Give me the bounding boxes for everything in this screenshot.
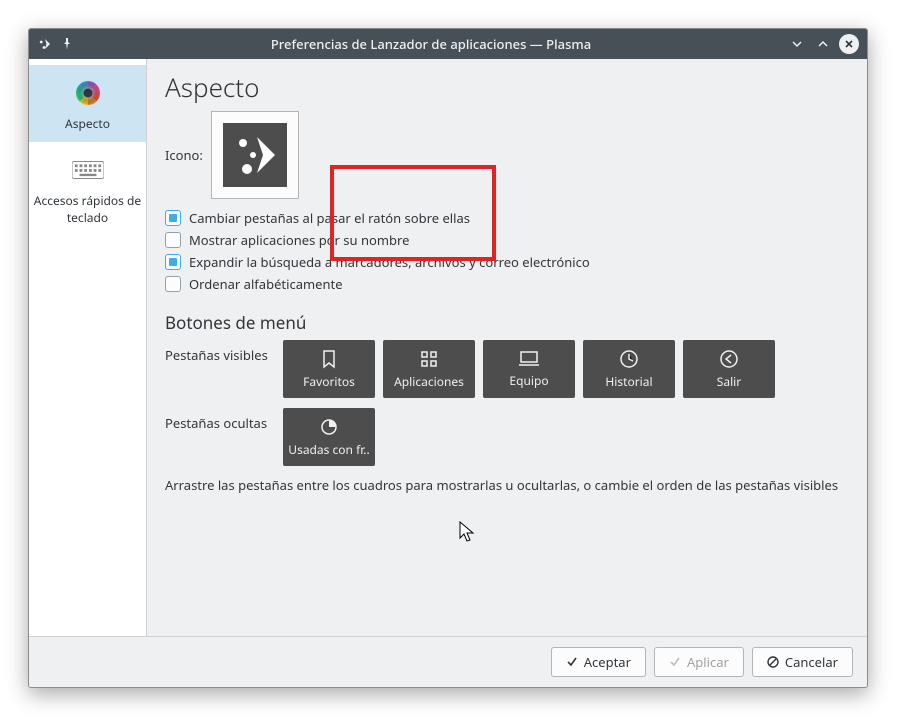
checkbox-icon — [165, 276, 181, 292]
apps-grid-icon — [419, 349, 439, 369]
checkbox-label: Mostrar aplicaciones por su nombre — [189, 231, 409, 249]
titlebar: Preferencias de Lanzador de aplicaciones… — [29, 29, 867, 59]
checkbox-icon — [165, 210, 181, 226]
cancel-button[interactable]: Cancelar — [752, 647, 853, 677]
clock-icon — [619, 349, 639, 369]
button-label: Cancelar — [785, 653, 838, 671]
window-body: Aspecto Accesos rápidos de teclado — [29, 59, 867, 636]
tile-label: Favoritos — [303, 373, 355, 390]
apply-button: Aplicar — [654, 647, 744, 677]
tile-label: Usadas con fr.. — [288, 441, 369, 458]
tab-tile-equipo[interactable]: Equipo — [483, 340, 575, 398]
page-title: Aspecto — [165, 69, 849, 105]
sidebar-item-label: Aspecto — [33, 115, 142, 132]
checkbox-icon — [165, 232, 181, 248]
sidebar-item-shortcuts[interactable]: Accesos rápidos de teclado — [29, 142, 146, 236]
checkbox-icon — [165, 254, 181, 270]
close-button[interactable] — [839, 34, 859, 54]
tile-label: Equipo — [509, 372, 548, 389]
settings-window: Preferencias de Lanzador de aplicaciones… — [28, 28, 868, 688]
laptop-icon — [518, 350, 540, 368]
bookmark-icon — [319, 349, 339, 369]
window-title: Preferencias de Lanzador de aplicaciones… — [81, 35, 781, 53]
checkbox-switch-tabs-hover[interactable]: Cambiar pestañas al pasar el ratón sobre… — [165, 209, 849, 227]
hidden-tabs-label: Pestañas ocultas — [165, 408, 275, 432]
logout-icon — [719, 349, 739, 369]
drag-hint-text: Arrastre las pestañas entre los cuadros … — [165, 476, 849, 494]
tab-tile-frequently-used[interactable]: Usadas con fr.. — [283, 408, 375, 466]
icon-chooser-button[interactable] — [211, 111, 299, 199]
sidebar-item-label: Accesos rápidos de teclado — [33, 192, 142, 226]
pie-icon — [319, 417, 339, 437]
pin-icon[interactable] — [59, 36, 75, 52]
maximize-button[interactable] — [813, 34, 833, 54]
tab-tile-favoritos[interactable]: Favoritos — [283, 340, 375, 398]
dialog-button-bar: Aceptar Aplicar Cancelar — [29, 636, 867, 687]
tile-label: Historial — [605, 373, 652, 390]
check-icon — [566, 656, 578, 668]
main-panel: Aspecto Icono: — [147, 59, 867, 636]
minimize-button[interactable] — [787, 34, 807, 54]
tile-label: Salir — [717, 373, 741, 390]
tab-tile-salir[interactable]: Salir — [683, 340, 775, 398]
cancel-icon — [767, 656, 779, 668]
button-label: Aplicar — [687, 653, 729, 671]
tab-tile-aplicaciones[interactable]: Aplicaciones — [383, 340, 475, 398]
checkbox-show-apps-by-name[interactable]: Mostrar aplicaciones por su nombre — [165, 231, 849, 249]
checkbox-label: Expandir la búsqueda a marcadores, archi… — [189, 253, 590, 271]
checkbox-label: Cambiar pestañas al pasar el ratón sobre… — [189, 209, 470, 227]
visible-tabs-container[interactable]: Favoritos Aplicaciones Equipo Historial — [283, 340, 775, 398]
ok-button[interactable]: Aceptar — [551, 647, 646, 677]
tile-label: Aplicaciones — [394, 373, 464, 390]
keyboard-icon — [72, 154, 104, 186]
checkbox-label: Ordenar alfabéticamente — [189, 275, 343, 293]
icon-label: Icono: — [165, 146, 203, 164]
checkbox-sort-alphabetically[interactable]: Ordenar alfabéticamente — [165, 275, 849, 293]
button-label: Aceptar — [584, 653, 631, 671]
sidebar: Aspecto Accesos rápidos de teclado — [29, 59, 147, 636]
checkbox-expand-search[interactable]: Expandir la búsqueda a marcadores, archi… — [165, 253, 849, 271]
plasma-logo-icon — [223, 123, 287, 187]
check-icon — [669, 656, 681, 668]
sidebar-item-aspecto[interactable]: Aspecto — [29, 65, 146, 142]
app-icon — [37, 36, 53, 52]
menu-buttons-heading: Botones de menú — [165, 311, 849, 334]
hidden-tabs-container[interactable]: Usadas con fr.. — [283, 408, 375, 466]
tab-tile-historial[interactable]: Historial — [583, 340, 675, 398]
visible-tabs-label: Pestañas visibles — [165, 340, 275, 364]
color-wheel-icon — [72, 77, 104, 109]
mouse-cursor-icon — [459, 521, 475, 543]
